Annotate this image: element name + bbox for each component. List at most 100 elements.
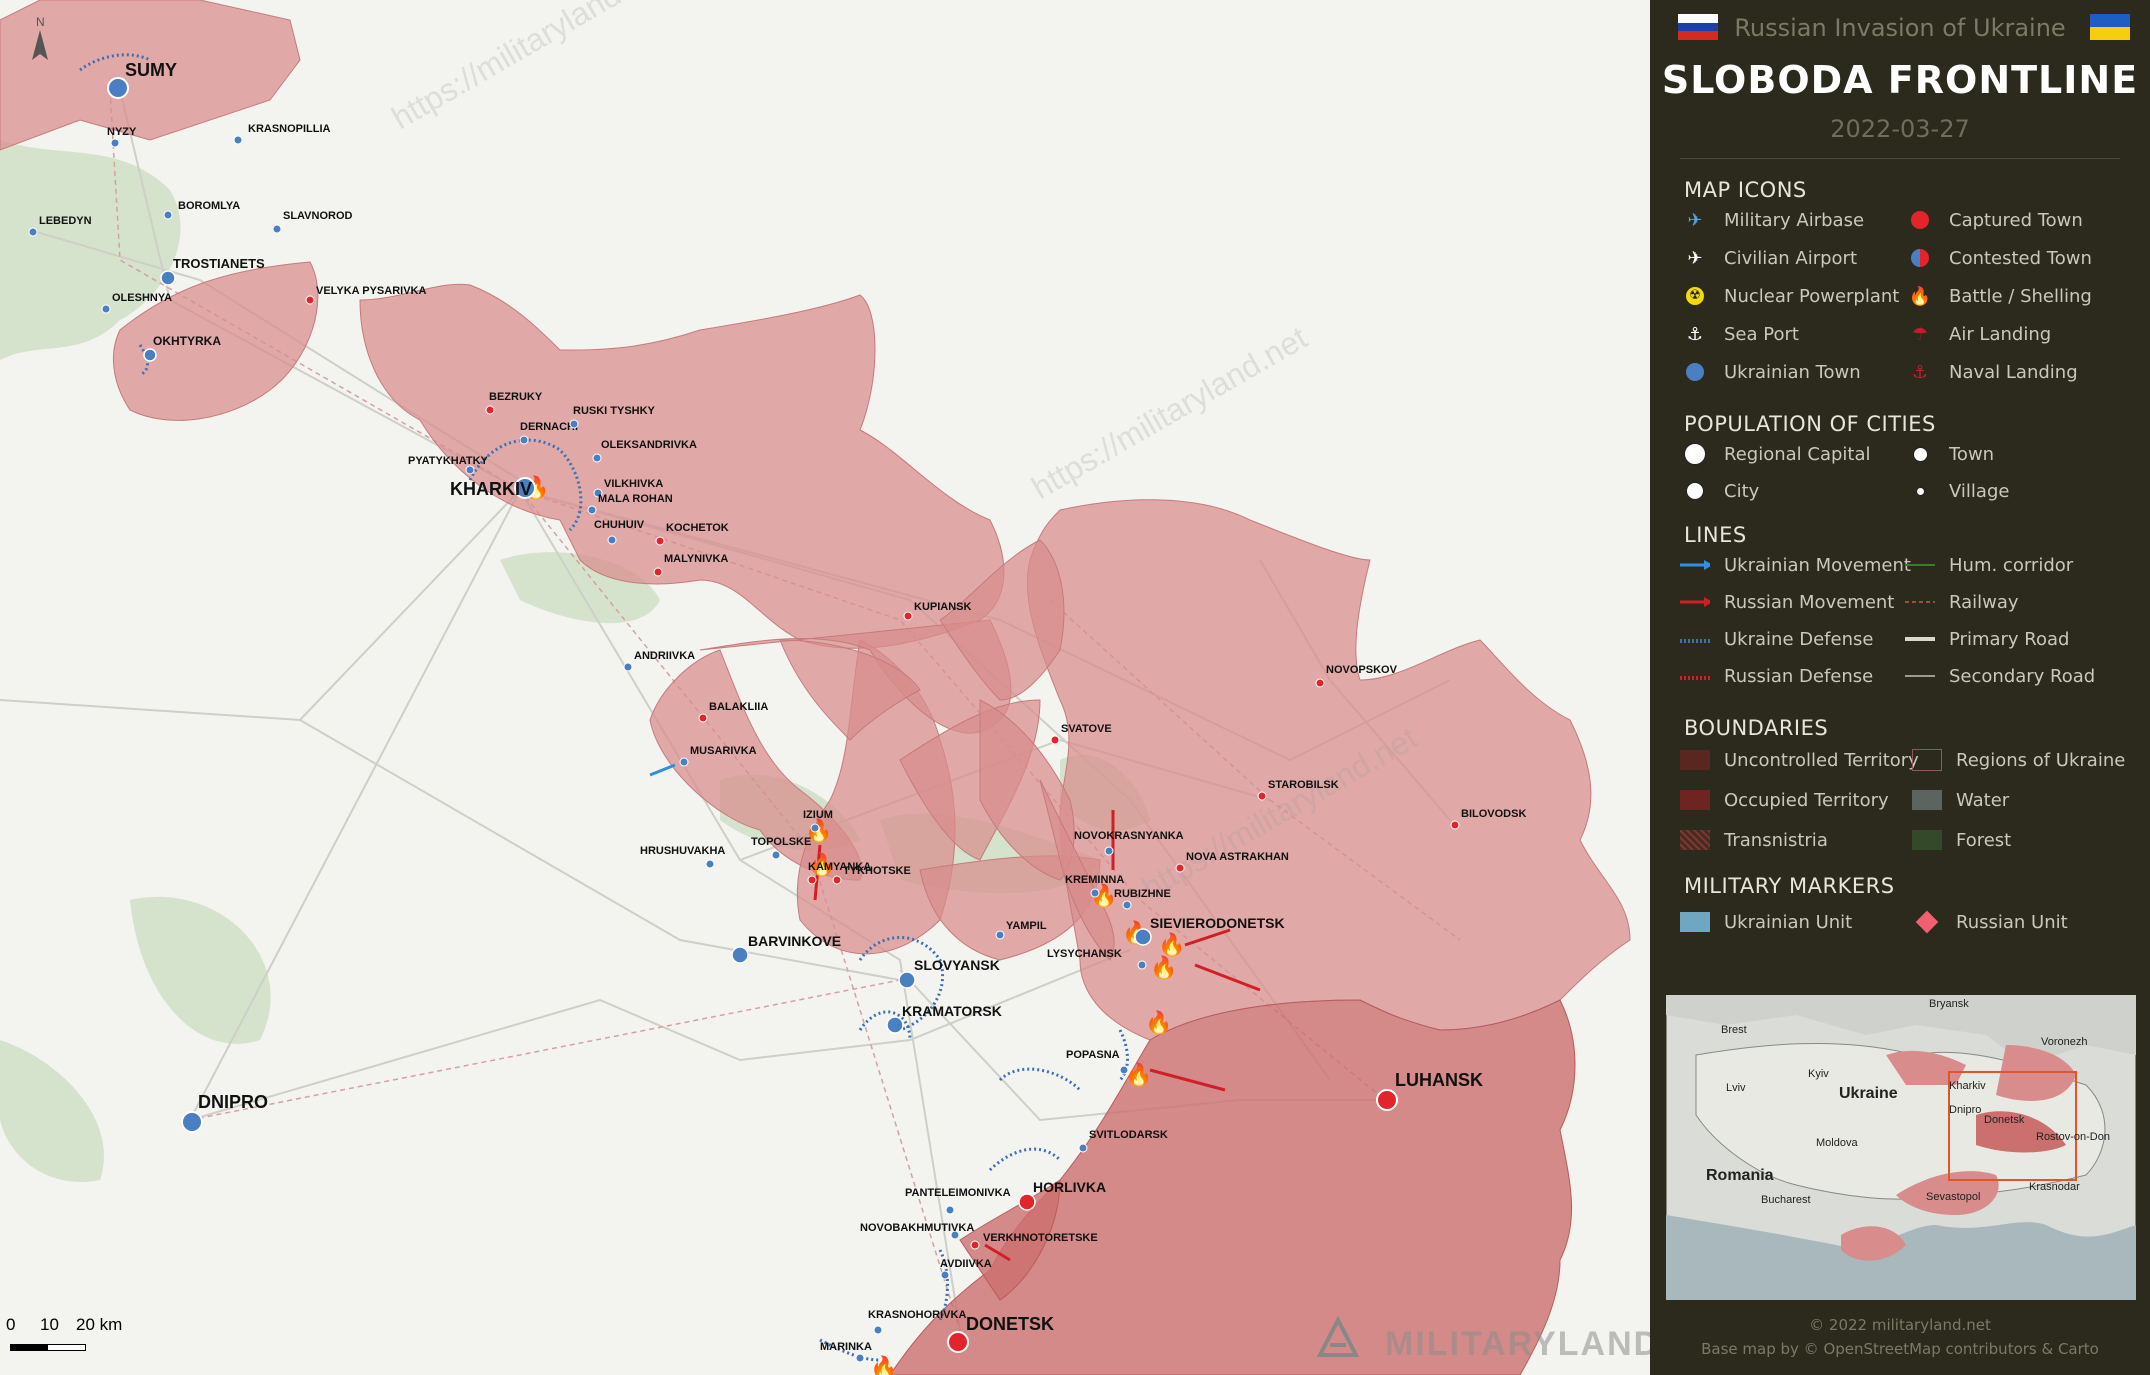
map-heading: SLOBODA FRONTLINE: [1661, 58, 2139, 102]
ukrainian-town-icon: [679, 757, 689, 767]
village-label: DERNACHI: [520, 421, 578, 433]
village-label: NYZY: [107, 126, 137, 138]
overview-map[interactable]: Bryansk Brest Voronezh Kyiv Lviv Ukraine Khark…: [1666, 995, 2136, 1300]
captured-town-icon: [832, 875, 842, 885]
boundary-swatch-icon: [1680, 748, 1710, 772]
legend-item: ✈ Military Airbase: [1680, 208, 1864, 232]
legend-label: Occupied Territory: [1724, 789, 1889, 811]
svg-text:20 km: 20 km: [76, 1315, 122, 1334]
village-label: CHUHUIV: [594, 519, 645, 531]
boundary-swatch-icon: [1912, 788, 1942, 812]
legend-item: Forest: [1912, 828, 2011, 852]
village-label: KOCHETOK: [666, 522, 729, 534]
svg-text:N: N: [36, 15, 45, 29]
village-label: SVATOVE: [1061, 723, 1112, 735]
captured-town-icon: [653, 567, 663, 577]
main-map[interactable]: https://militaryland.net https://militar…: [0, 0, 1650, 1375]
ukrainian-town-icon: [940, 1270, 950, 1280]
village-label: PANTELEIMONIVKA: [905, 1187, 1011, 1199]
contested-town-icon: [1905, 246, 1935, 270]
legend-item: Ukraine Defense: [1680, 627, 1873, 651]
legend-label: Secondary Road: [1949, 665, 2096, 687]
legend-item: Captured Town: [1905, 208, 2083, 232]
population-dot-icon: [1905, 442, 1935, 466]
ukrainian-town-icon: [233, 135, 243, 145]
ukrainian-town-icon: [995, 930, 1005, 940]
village-label: NOVOKRASNYANKA: [1074, 830, 1184, 842]
legend-label: Military Airbase: [1724, 209, 1865, 231]
ukrainian-town-icon: [945, 1205, 955, 1215]
legend-item: ☂ Air Landing: [1905, 322, 2051, 346]
ukrainian-town-icon: [587, 505, 597, 515]
legend-item: ☢ Nuclear Powerplant: [1680, 284, 1899, 308]
village-label: NOVA ASTRAKHAN: [1186, 851, 1289, 863]
city-label: LUHANSK: [1395, 1070, 1483, 1090]
legend-label: Naval Landing: [1949, 361, 2078, 383]
inset-place-label: Lviv: [1726, 1082, 1746, 1094]
village-label: SLAVNOROD: [283, 210, 353, 222]
russian-unit-icon: [1912, 910, 1942, 934]
inset-place-label: Krasnodar: [2029, 1181, 2080, 1193]
village-label: OLEKSANDRIVKA: [601, 439, 697, 451]
legend-item: Uncontrolled Territory: [1680, 748, 1919, 772]
captured-town-icon: [970, 1240, 980, 1250]
captured-town-icon: [903, 611, 913, 621]
ukrainian-unit-icon: [1680, 910, 1710, 934]
fire-icon: 🔥: [1908, 285, 1932, 307]
section-map-icons: MAP ICONS: [1684, 178, 1807, 202]
village-label: RUSKI TYSHKY: [573, 405, 656, 417]
village-label: BOROMLYA: [178, 200, 240, 212]
legend-label: Ukrainian Movement: [1724, 554, 1911, 576]
road-line-icon: [1905, 627, 1935, 651]
legend-label: Uncontrolled Territory: [1724, 749, 1919, 771]
village-label: YAMPIL: [1006, 920, 1047, 932]
population-dot-icon: [1680, 479, 1710, 503]
captured-town-icon: [947, 1331, 969, 1353]
ukrainian-town-icon: [163, 210, 173, 220]
village-label: POPASNA: [1066, 1049, 1120, 1061]
legend-item: Primary Road: [1905, 627, 2069, 651]
panel-title: Russian Invasion of Ukraine: [1734, 14, 2066, 42]
inset-place-label: Donetsk: [1984, 1114, 2025, 1126]
ukrainian-town-icon: [810, 823, 820, 833]
city-label: SUMY: [125, 60, 177, 80]
inset-place-label: Sevastopol: [1926, 1191, 1980, 1203]
section-boundaries: BOUNDARIES: [1684, 716, 1829, 740]
legend-label: Ukrainian Unit: [1724, 911, 1853, 933]
population-dot-icon: [1905, 479, 1935, 503]
captured-town-icon: [1450, 820, 1460, 830]
ukrainian-town-icon: [771, 850, 781, 860]
legend-label: Town: [1949, 443, 1995, 465]
town-label: BARVINKOVE: [748, 933, 841, 949]
town-label: HORLIVKA: [1033, 1179, 1106, 1195]
legend-label: Civilian Airport: [1724, 247, 1857, 269]
village-label: KREMINNA: [1065, 874, 1124, 886]
village-label: KRASNOPILLIA: [248, 123, 331, 135]
ukrainian-town-icon: [519, 435, 529, 445]
legend-label: Contested Town: [1949, 247, 2092, 269]
boundary-swatch-icon: [1680, 828, 1710, 852]
ukrainian-town-icon: [1122, 900, 1132, 910]
ukrainian-town-icon: [731, 946, 749, 964]
legend-item: Contested Town: [1905, 246, 2092, 270]
ukraine-flag-icon: [2090, 14, 2130, 40]
village-label: KRASNOHORIVKA: [868, 1309, 966, 1321]
legend-item: ⚓ Naval Landing: [1905, 360, 2078, 384]
legend-item: Ukrainian Unit: [1680, 910, 1852, 934]
village-label: KUPIANSK: [914, 601, 972, 613]
inset-place-label: Kyiv: [1808, 1068, 1829, 1080]
legend-item: ✈ Civilian Airport: [1680, 246, 1857, 270]
inset-place-label: Voronezh: [2041, 1036, 2087, 1048]
divider: [1680, 158, 2120, 159]
legend-label: Sea Port: [1724, 323, 1799, 345]
inset-place-label: Kharkiv: [1949, 1080, 1986, 1092]
captured-town-icon: [1905, 208, 1935, 232]
fire-icon: 🔥: [1125, 1062, 1152, 1088]
captured-town-icon: [1257, 791, 1267, 801]
legend-label: Nuclear Powerplant: [1724, 285, 1900, 307]
legend-label: Russian Unit: [1956, 911, 2068, 933]
village-label: ANDRIIVKA: [634, 650, 695, 662]
village-label: VELYKA PYSARIVKA: [316, 285, 426, 297]
ukrainian-town-icon: [607, 535, 617, 545]
village-label: TYKHOTSKE: [843, 865, 911, 877]
